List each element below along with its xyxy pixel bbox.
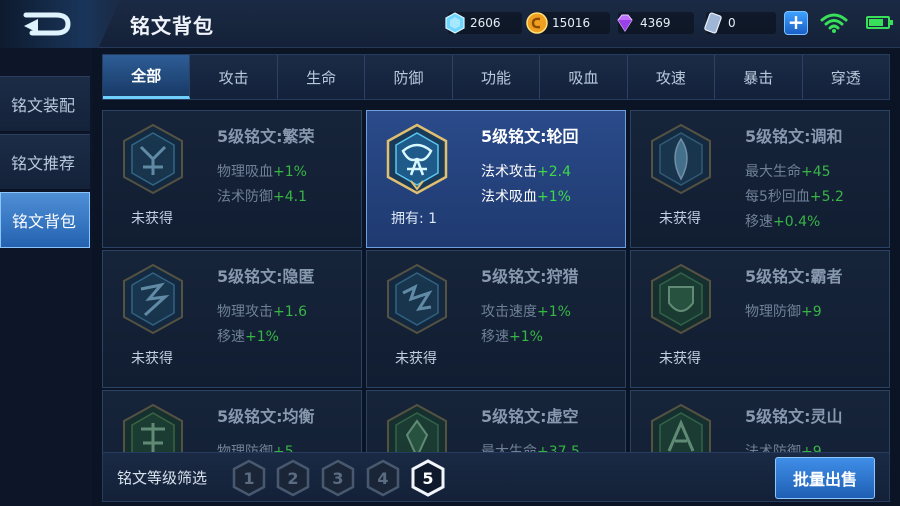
- rune-card[interactable]: 未获得 5级铭文:调和 最大生命+45 每5秒回血+5.2 移速+0.4%: [630, 110, 890, 248]
- rune-card[interactable]: 未获得 5级铭文:繁荣 物理吸血+1% 法术防御+4.1: [102, 110, 362, 248]
- rune-attr: 最大生命+37.5: [481, 444, 580, 452]
- gem-balance: 4369: [617, 12, 694, 34]
- rune-card[interactable]: 未获得 5级铭文:霸者 物理防御+9: [630, 250, 890, 388]
- rune-name: 5级铭文:均衡: [217, 407, 315, 426]
- tab-attack[interactable]: 攻击: [190, 55, 278, 99]
- level-filter-3[interactable]: 3: [320, 459, 356, 497]
- rune-emblem-icon: [387, 403, 447, 452]
- rune-status: 未获得: [131, 211, 173, 227]
- rune-emblem-icon: [123, 123, 183, 195]
- rune-emblem-icon: [123, 403, 183, 452]
- top-bar: 铭文背包 2606 15016 4369 0 +: [0, 0, 900, 48]
- page-title: 铭文背包: [130, 14, 214, 38]
- sidebar-item-bag[interactable]: 铭文背包: [0, 192, 90, 248]
- batch-sell-button[interactable]: 批量出售: [775, 457, 875, 499]
- rune-attr: 法术攻击+2.4: [481, 164, 571, 180]
- level-number: 2: [287, 468, 299, 488]
- gem-icon: [617, 14, 633, 32]
- rune-name: 5级铭文:调和: [745, 127, 843, 146]
- rune-status: 未获得: [131, 351, 173, 367]
- level-filter-4[interactable]: 4: [365, 459, 401, 497]
- rune-attr: 法术防御+4.1: [217, 189, 307, 205]
- back-button[interactable]: [0, 0, 120, 48]
- rune-attr: 每5秒回血+5.2: [745, 189, 844, 205]
- rune-card[interactable]: 5级铭文:均衡 物理防御+5: [102, 390, 362, 452]
- recharge-plus-button[interactable]: +: [784, 11, 808, 35]
- diamond-icon: [445, 12, 465, 34]
- rune-emblem-icon: [123, 263, 183, 335]
- rune-attr: 移速+1%: [217, 329, 279, 345]
- rune-name: 5级铭文:虚空: [481, 407, 579, 426]
- voucher-value: 0: [728, 16, 736, 30]
- diamond-value: 2606: [470, 16, 501, 30]
- rune-emblem-icon: [651, 263, 711, 335]
- rune-emblem-icon: [387, 263, 447, 335]
- rune-attr: 法术防御+9: [745, 444, 822, 452]
- rune-owned-count: 拥有: 1: [391, 211, 438, 227]
- tab-penetration[interactable]: 穿透: [803, 55, 889, 99]
- level-number: 1: [243, 468, 255, 488]
- rune-status: 未获得: [659, 351, 701, 367]
- gold-coin-icon: [526, 12, 548, 34]
- level-filter-bar: 铭文等级筛选 1 2 3 4 5 批量出售: [102, 452, 890, 502]
- rune-emblem-icon: [651, 123, 711, 195]
- tab-utility[interactable]: 功能: [453, 55, 541, 99]
- level-number: 3: [332, 468, 344, 488]
- gold-balance: 15016: [526, 12, 610, 34]
- rune-status: 未获得: [395, 351, 437, 367]
- tab-all[interactable]: 全部: [103, 55, 191, 99]
- rune-emblem-icon: [651, 403, 711, 452]
- rune-attr: 移速+1%: [481, 329, 543, 345]
- gold-value: 15016: [552, 16, 591, 30]
- rune-name: 5级铭文:灵山: [745, 407, 843, 426]
- tab-defense[interactable]: 防御: [365, 55, 453, 99]
- rune-attr: 物理攻击+1.6: [217, 304, 307, 320]
- rune-attr: 物理防御+9: [745, 304, 822, 320]
- rune-attr: 攻击速度+1%: [481, 304, 571, 320]
- level-filter-2[interactable]: 2: [275, 459, 311, 497]
- voucher-balance: 0: [704, 12, 776, 34]
- voucher-icon: [704, 12, 722, 34]
- level-filter-label: 铭文等级筛选: [117, 469, 208, 487]
- rune-card[interactable]: 5级铭文:虚空 最大生命+37.5: [366, 390, 626, 452]
- rune-name: 5级铭文:狩猎: [481, 267, 579, 286]
- rune-name: 5级铭文:轮回: [481, 127, 579, 146]
- rune-attr: 法术吸血+1%: [481, 189, 571, 205]
- tab-lifesteal[interactable]: 吸血: [540, 55, 628, 99]
- sidebar: 铭文装配 铭文推荐 铭文背包: [0, 48, 92, 506]
- tab-crit[interactable]: 暴击: [715, 55, 803, 99]
- tab-attack-speed[interactable]: 攻速: [628, 55, 716, 99]
- level-number: 4: [377, 468, 389, 488]
- rune-grid: 未获得 5级铭文:繁荣 物理吸血+1% 法术防御+4.1 拥有: 1 5级铭文:…: [102, 108, 890, 452]
- rune-status: 未获得: [659, 211, 701, 227]
- battery-icon: [866, 16, 893, 29]
- rune-card[interactable]: 未获得 5级铭文:狩猎 攻击速度+1% 移速+1%: [366, 250, 626, 388]
- wifi-icon: [820, 13, 848, 33]
- level-filter-5[interactable]: 5: [410, 459, 446, 497]
- rune-card[interactable]: 5级铭文:灵山 法术防御+9: [630, 390, 890, 452]
- sidebar-item-recommend[interactable]: 铭文推荐: [0, 134, 90, 190]
- back-arrow-icon: [23, 12, 71, 36]
- rune-card[interactable]: 未获得 5级铭文:隐匿 物理攻击+1.6 移速+1%: [102, 250, 362, 388]
- rune-name: 5级铭文:霸者: [745, 267, 843, 286]
- rune-attr: 物理防御+5: [217, 444, 294, 452]
- sidebar-item-equip[interactable]: 铭文装配: [0, 76, 90, 132]
- level-number: 5: [422, 468, 434, 488]
- diamond-balance: 2606: [445, 12, 522, 34]
- rune-card-selected[interactable]: 拥有: 1 5级铭文:轮回 法术攻击+2.4 法术吸血+1%: [366, 110, 626, 248]
- rune-emblem-icon: [386, 123, 448, 195]
- rune-attr: 移速+0.4%: [745, 214, 821, 230]
- rune-attr: 最大生命+45: [745, 164, 831, 180]
- rune-attr: 物理吸血+1%: [217, 164, 307, 180]
- gem-value: 4369: [640, 16, 671, 30]
- tab-health[interactable]: 生命: [278, 55, 366, 99]
- level-filter-1[interactable]: 1: [231, 459, 267, 497]
- rune-name: 5级铭文:繁荣: [217, 127, 315, 146]
- category-tabs: 全部 攻击 生命 防御 功能 吸血 攻速 暴击 穿透: [102, 54, 890, 100]
- rune-name: 5级铭文:隐匿: [217, 267, 315, 286]
